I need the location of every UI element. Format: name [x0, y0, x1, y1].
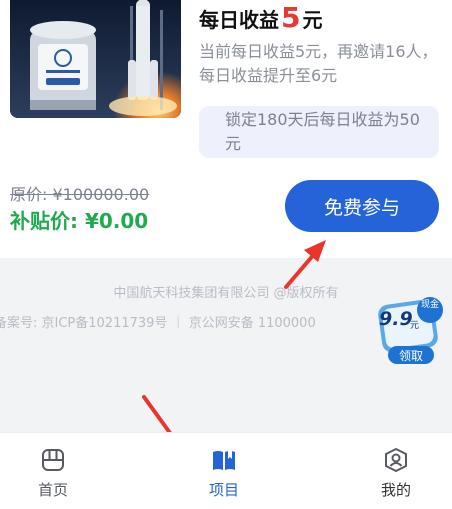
home-icon — [42, 449, 64, 471]
daily-earnings-title: 每日收益5 元 — [199, 1, 322, 34]
product-card: 每日收益5 元 当前每日收益5元，再邀请16人，每日收益提升至6元 锁定180天后… — [0, 0, 452, 258]
lock-note-box: 锁定180天后每日收益为50元 — [199, 106, 439, 158]
promo-amount: 9.9 — [379, 308, 413, 330]
profile-icon — [385, 448, 407, 472]
promo-badge: 现金 — [420, 300, 439, 310]
title-amount: 5 — [281, 1, 301, 34]
promo-claim-label: 领取 — [398, 349, 423, 363]
original-price: 原价: ¥100000.00 — [10, 185, 150, 204]
nav-projects-label: 项目 — [208, 481, 239, 499]
join-free-button[interactable]: 免费参与 — [285, 180, 439, 232]
cash-promo-widget[interactable]: 9.9 元 现金 领取 — [370, 296, 448, 368]
subsidy-price: 补贴价: ¥0.00 — [10, 209, 149, 233]
nav-home-label: 首页 — [37, 481, 68, 499]
title-prefix: 每日收益 — [199, 8, 279, 32]
title-suffix: 元 — [302, 8, 323, 32]
promo-unit: 元 — [410, 321, 420, 331]
nav-profile[interactable]: 我的 — [336, 433, 452, 509]
nav-profile-label: 我的 — [380, 481, 411, 499]
rocket-launch-image — [10, 0, 181, 118]
nav-projects[interactable]: 项目 — [164, 433, 284, 509]
nav-home[interactable]: 首页 — [0, 433, 113, 509]
earnings-description: 当前每日收益5元，再邀请16人，每日收益提升至6元 — [199, 42, 438, 85]
book-icon — [213, 450, 235, 470]
icp-record-text: 备案号: 京ICP备10211739号 ｜ 京公网安备 1100000 — [0, 316, 316, 331]
lock-note-text: 锁定180天后每日收益为50元 — [225, 110, 420, 153]
bottom-nav-bar: 首页 项目 我的 — [0, 432, 452, 509]
